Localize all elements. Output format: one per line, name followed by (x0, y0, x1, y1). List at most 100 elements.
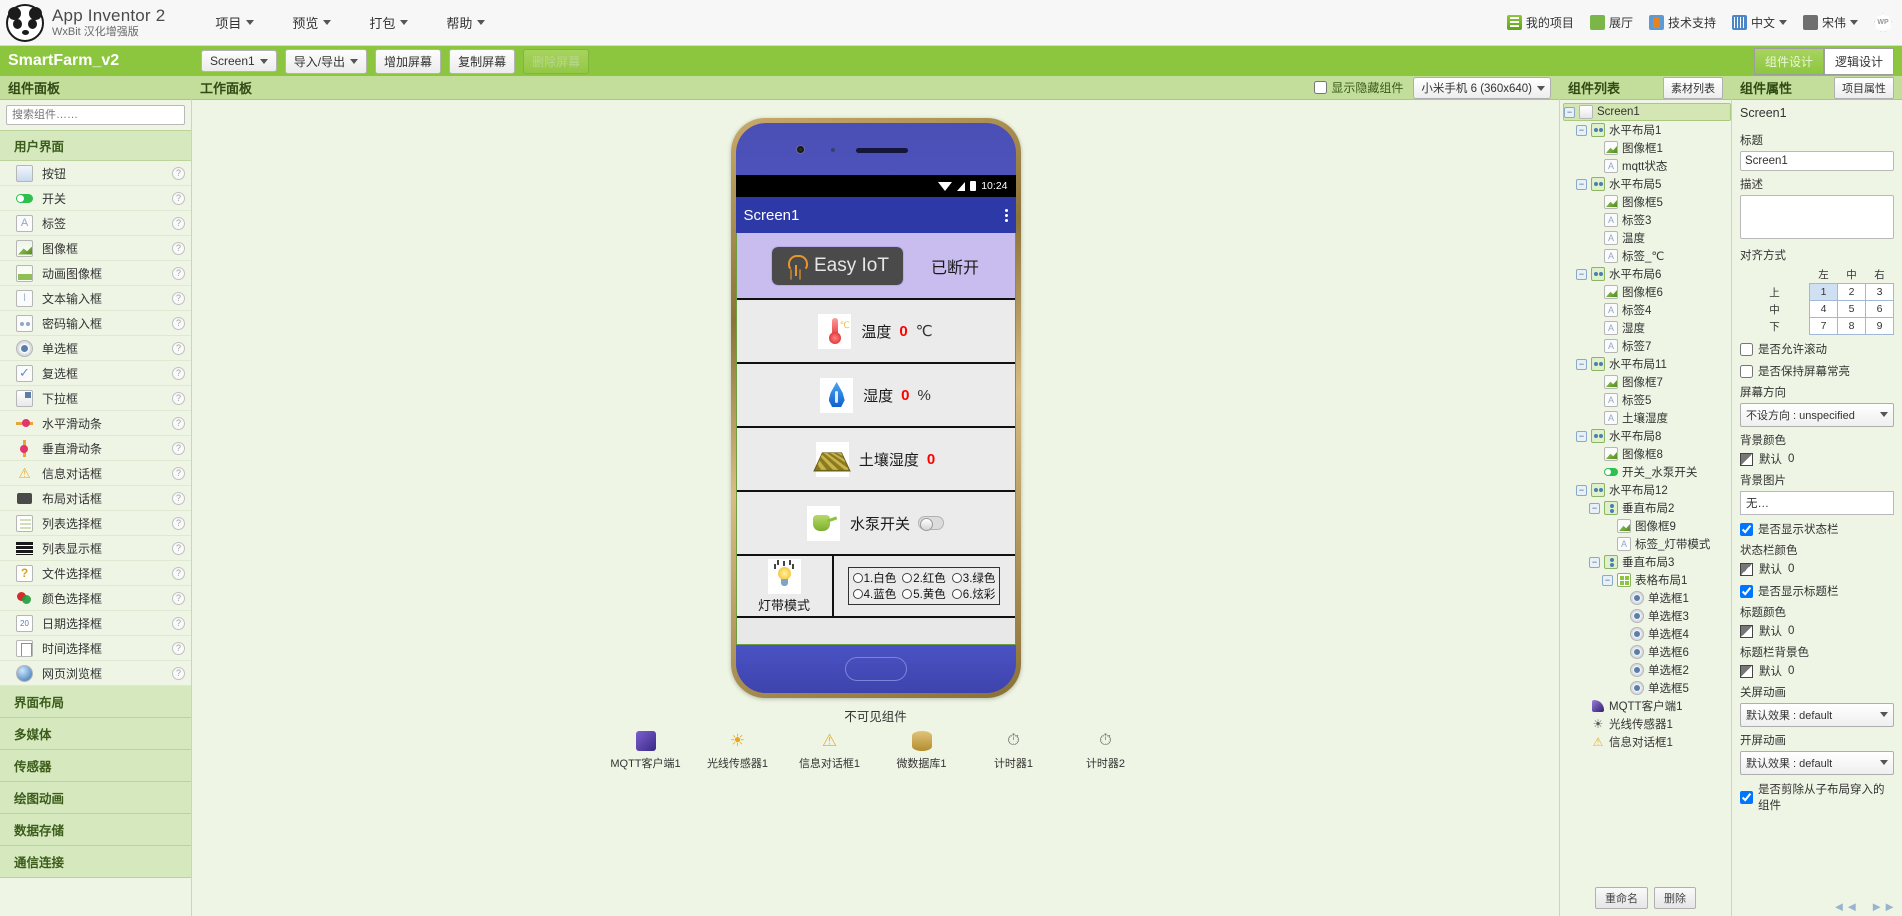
palette-item-9[interactable]: 下拉框? (0, 386, 191, 411)
tree-node-31[interactable]: 单选框2 (1563, 661, 1731, 679)
radio-option-4[interactable]: 4.蓝色 (852, 586, 896, 602)
align-cell-4[interactable]: 4 (1809, 300, 1838, 318)
collapse-icon[interactable]: − (1576, 124, 1587, 136)
tree-node-24[interactable]: 标签_灯带模式 (1563, 535, 1731, 553)
device-size-select[interactable]: 小米手机 6 (360x640) (1413, 76, 1551, 99)
help-icon[interactable]: ? (172, 616, 185, 630)
palette-category-2[interactable]: 传感器 (0, 750, 191, 782)
align-cell-2[interactable]: 2 (1837, 283, 1866, 301)
help-icon[interactable]: ? (172, 491, 185, 505)
tree-node-0[interactable]: − Screen1 (1563, 103, 1731, 121)
palette-item-15[interactable]: 列表显示框? (0, 536, 191, 561)
palette-item-12[interactable]: 信息对话框? (0, 461, 191, 486)
collapse-icon[interactable]: − (1589, 556, 1600, 568)
delete-button[interactable]: 删除 (1654, 887, 1696, 909)
palette-item-20[interactable]: 网页浏览框? (0, 661, 191, 686)
assets-list-button[interactable]: 素材列表 (1663, 76, 1723, 99)
palette-item-0[interactable]: 按钮? (0, 161, 191, 186)
align-cell-1[interactable]: 1 (1809, 283, 1838, 301)
tree-node-16[interactable]: 标签5 (1563, 391, 1731, 409)
tab-blocks[interactable]: 逻辑设计 (1823, 47, 1894, 75)
tree-node-3[interactable]: mqtt状态 (1563, 157, 1731, 175)
titlebar-color-picker[interactable]: 默认 0 (1740, 623, 1894, 639)
palette-item-18[interactable]: 日期选择框? (0, 611, 191, 636)
titlebar-bg-picker[interactable]: 默认 0 (1740, 663, 1894, 679)
palette-category-5[interactable]: 通信连接 (0, 846, 191, 878)
tab-designer[interactable]: 组件设计 (1753, 47, 1824, 75)
tree-node-14[interactable]: − 水平布局11 (1563, 355, 1731, 373)
palette-item-8[interactable]: 复选框? (0, 361, 191, 386)
open-animation-select[interactable]: 默认效果 : default (1740, 751, 1894, 775)
help-icon[interactable]: ? (172, 216, 185, 230)
show-hidden-components-input[interactable] (1314, 81, 1328, 94)
collapse-icon[interactable]: − (1589, 502, 1600, 514)
help-icon[interactable]: ? (172, 391, 185, 405)
title-property-input[interactable] (1740, 151, 1894, 171)
palette-item-19[interactable]: 时间选择框? (0, 636, 191, 661)
orientation-select[interactable]: 不设方向 : unspecified (1740, 403, 1894, 427)
help-icon[interactable]: ? (172, 591, 185, 605)
collapse-icon[interactable]: − (1576, 358, 1587, 370)
collapse-icon[interactable]: − (1576, 430, 1587, 442)
tree-node-18[interactable]: − 水平布局8 (1563, 427, 1731, 445)
palette-item-13[interactable]: 布局对话框? (0, 486, 191, 511)
keep-screen-on-input[interactable] (1740, 364, 1753, 378)
palette-category-0[interactable]: 界面布局 (0, 686, 191, 718)
radio-option-6[interactable]: 6.炫彩 (951, 586, 995, 602)
help-icon[interactable]: ? (172, 241, 185, 255)
tree-node-2[interactable]: 图像框1 (1563, 139, 1731, 157)
description-property-input[interactable] (1740, 195, 1894, 239)
help-icon[interactable]: ? (172, 291, 185, 305)
add-screen-button[interactable]: 增加屏幕 (375, 48, 442, 74)
tree-node-17[interactable]: 土壤湿度 (1563, 409, 1731, 427)
project-properties-button[interactable]: 项目属性 (1834, 76, 1894, 99)
palette-item-14[interactable]: 列表选择框? (0, 511, 191, 536)
help-icon[interactable]: ? (172, 316, 185, 330)
align-cell-3[interactable]: 3 (1865, 283, 1894, 301)
tree-node-26[interactable]: − 表格布局1 (1563, 571, 1731, 589)
tree-node-21[interactable]: − 水平布局12 (1563, 481, 1731, 499)
palette-item-6[interactable]: 密码输入框? (0, 311, 191, 336)
palette-category-1[interactable]: 多媒体 (0, 718, 191, 750)
tree-node-22[interactable]: − 垂直布局2 (1563, 499, 1731, 517)
help-icon[interactable]: ? (172, 416, 185, 430)
help-icon[interactable]: ? (172, 341, 185, 355)
palette-item-1[interactable]: 开关? (0, 186, 191, 211)
close-animation-select[interactable]: 默认效果 : default (1740, 703, 1894, 727)
menu-project[interactable]: 项目 (211, 10, 258, 35)
help-icon[interactable]: ? (172, 541, 185, 555)
tree-node-8[interactable]: 标签_℃ (1563, 247, 1731, 265)
palette-category-3[interactable]: 绘图动画 (0, 782, 191, 814)
collapse-icon[interactable]: − (1602, 574, 1613, 586)
search-input[interactable] (6, 105, 185, 125)
palette-item-17[interactable]: 颜色选择框? (0, 586, 191, 611)
invisible-component-5[interactable]: 计时器2 (1071, 731, 1141, 771)
help-icon[interactable]: ? (172, 566, 185, 580)
invisible-component-4[interactable]: 计时器1 (979, 731, 1049, 771)
radio-option-1[interactable]: 1.白色 (852, 570, 896, 586)
tree-node-32[interactable]: 单选框5 (1563, 679, 1731, 697)
align-cell-5[interactable]: 5 (1837, 300, 1866, 318)
help-icon[interactable]: ? (172, 166, 185, 180)
radio-option-5[interactable]: 5.黄色 (902, 586, 946, 602)
gallery-link[interactable]: 展厅 (1589, 14, 1633, 31)
show-titlebar-input[interactable] (1740, 584, 1753, 598)
invisible-component-0[interactable]: MQTT客户端1 (610, 731, 681, 771)
clip-children-checkbox[interactable]: 是否剪除从子布局穿入的组件 (1740, 781, 1894, 813)
rename-button[interactable]: 重命名 (1595, 887, 1648, 909)
palette-item-11[interactable]: 垂直滑动条? (0, 436, 191, 461)
tree-node-28[interactable]: 单选框3 (1563, 607, 1731, 625)
tree-node-1[interactable]: − 水平布局1 (1563, 121, 1731, 139)
scrollable-input[interactable] (1740, 342, 1753, 356)
tree-node-7[interactable]: 温度 (1563, 229, 1731, 247)
menu-help[interactable]: 帮助 (442, 10, 489, 35)
tree-node-30[interactable]: 单选框6 (1563, 643, 1731, 661)
user-menu[interactable]: 宋伟 (1802, 14, 1858, 31)
menu-build[interactable]: 打包 (365, 10, 412, 35)
palette-item-5[interactable]: 文本输入框? (0, 286, 191, 311)
tree-node-20[interactable]: 开关_水泵开关 (1563, 463, 1731, 481)
show-statusbar-input[interactable] (1740, 522, 1753, 536)
tree-node-10[interactable]: 图像框6 (1563, 283, 1731, 301)
keep-screen-on-checkbox[interactable]: 是否保持屏幕常亮 (1740, 363, 1894, 379)
palette-category-4[interactable]: 数据存储 (0, 814, 191, 846)
